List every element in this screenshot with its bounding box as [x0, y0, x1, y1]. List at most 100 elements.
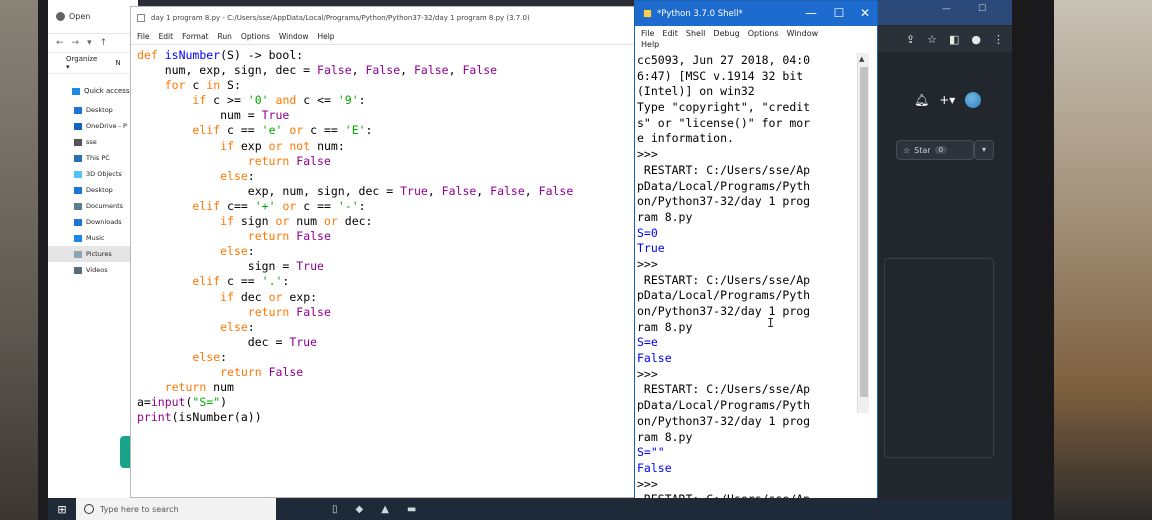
- star-button[interactable]: ☆ Star 0: [896, 140, 974, 160]
- code-area[interactable]: def isNumber(S) -> bool: num, exp, sign,…: [131, 45, 637, 425]
- code-line: elif c == 'e' or c == 'E':: [192, 123, 373, 138]
- github-panel: [884, 258, 994, 458]
- plus-icon[interactable]: +▾: [939, 93, 955, 107]
- taskbar-icons: ▯ ◆ ▲ ▬: [276, 504, 416, 515]
- tree-item[interactable]: Documents: [48, 198, 138, 214]
- task-view-icon[interactable]: ▯: [332, 504, 338, 515]
- browser-minimize-icon[interactable]: —: [942, 4, 951, 14]
- code-line: elif c== '+' or c == '-':: [192, 198, 366, 213]
- editor-menu-item[interactable]: Options: [241, 32, 270, 41]
- editor-menu-item[interactable]: Format: [182, 32, 208, 41]
- up-arrow-icon[interactable]: ↑: [100, 38, 108, 48]
- avatar[interactable]: [965, 92, 982, 108]
- shell-line: on/Python37-32/day 1 prog: [637, 194, 811, 209]
- explorer-nav-bar: ← → ▾ ↑: [48, 34, 138, 52]
- store-icon[interactable]: ▲: [381, 504, 389, 515]
- code-line: if sign or num or dec:: [220, 214, 373, 229]
- tree-item[interactable]: This PC: [48, 150, 138, 166]
- picture-icon: [74, 250, 82, 258]
- editor-menu-item[interactable]: File: [137, 32, 150, 41]
- shell-menu-help[interactable]: Help: [635, 40, 877, 53]
- tree-item[interactable]: Videos: [48, 262, 138, 278]
- shell-line: Type "copyright", "credit: [637, 100, 811, 115]
- tree-item[interactable]: Music: [48, 230, 138, 246]
- forward-arrow-icon[interactable]: →: [72, 38, 80, 48]
- scrollbar-thumb[interactable]: [860, 67, 868, 397]
- code-line: if dec or exp:: [220, 289, 318, 304]
- tree-item[interactable]: OneDrive - P: [48, 118, 138, 134]
- organize-button[interactable]: Organize ▾: [66, 55, 97, 71]
- monitor-bezel-right: [1010, 0, 1054, 520]
- chevron-down-icon[interactable]: ▾: [87, 38, 92, 48]
- bookmark-star-icon[interactable]: ☆: [927, 33, 937, 46]
- shell-line: pData/Local/Programs/Pyth: [637, 178, 811, 193]
- shell-menu-item[interactable]: Debug: [713, 29, 739, 38]
- tree-item-label: Music: [86, 234, 105, 242]
- more-menu-icon[interactable]: ⋮: [993, 33, 1004, 46]
- shell-menu-item[interactable]: Shell: [686, 29, 706, 38]
- mail-icon[interactable]: ▬: [407, 504, 416, 515]
- editor-menu-item[interactable]: Run: [218, 32, 232, 41]
- shell-line: False: [637, 351, 672, 366]
- tree-item[interactable]: 3D Objects: [48, 166, 138, 182]
- taskbar: ⊞ Type here to search ▯ ◆ ▲ ▬: [48, 498, 1012, 520]
- code-line: elif c == '.':: [192, 274, 290, 289]
- code-line: return False: [247, 229, 331, 244]
- tree-item[interactable]: Pictures: [48, 246, 138, 262]
- editor-menu-item[interactable]: Window: [279, 32, 309, 41]
- code-line: return num: [164, 380, 234, 395]
- edge-icon[interactable]: ◆: [356, 504, 364, 515]
- search-placeholder: Type here to search: [100, 504, 179, 514]
- new-folder-button[interactable]: N: [115, 59, 120, 67]
- star-label: Star: [914, 145, 931, 155]
- shell-menu-item[interactable]: Options: [748, 29, 779, 38]
- shell-line: RESTART: C:/Users/sse/Ap: [637, 162, 811, 177]
- explorer-window: Open ← → ▾ ↑ Organize ▾ N Quick access De…: [48, 0, 138, 498]
- music-icon: [74, 234, 82, 242]
- video-icon: [74, 266, 82, 274]
- browser-toolbar: ⇪ ☆ ◧ ● ⋮: [878, 26, 1012, 52]
- minimize-button[interactable]: —: [801, 4, 821, 22]
- editor-menu-item[interactable]: Help: [317, 32, 334, 41]
- browser-restore-icon[interactable]: ☐: [978, 4, 986, 14]
- bell-icon[interactable]: 🔔︎: [914, 93, 929, 107]
- code-line: def isNumber(S) -> bool:: [137, 48, 304, 62]
- tree-item[interactable]: Quick access: [48, 80, 138, 102]
- shell-menu-item[interactable]: Window: [787, 29, 819, 38]
- code-line: num = True: [137, 108, 290, 123]
- maximize-button[interactable]: ☐: [829, 4, 849, 22]
- editor-menu-item[interactable]: Edit: [159, 32, 174, 41]
- code-line: exp, num, sign, dec = True, False, False…: [137, 183, 574, 198]
- tree-item[interactable]: Desktop: [48, 102, 138, 118]
- shell-line: >>>: [637, 147, 665, 162]
- tree-item[interactable]: Desktop: [48, 182, 138, 198]
- tree-item[interactable]: Downloads: [48, 214, 138, 230]
- scroll-up-icon[interactable]: ▲: [859, 55, 864, 63]
- code-line: print(isNumber(a)): [137, 410, 262, 425]
- share-icon[interactable]: ⇪: [906, 33, 915, 46]
- tree-item-label: Pictures: [86, 250, 112, 258]
- shell-line: pData/Local/Programs/Pyth: [637, 288, 811, 303]
- cloud-icon: [74, 122, 82, 130]
- taskbar-search-box[interactable]: Type here to search: [76, 498, 276, 520]
- shell-menu-item[interactable]: Edit: [662, 29, 678, 38]
- shell-output[interactable]: cc5093, Jun 27 2018, 04:0 6:47) [MSC v.19…: [635, 53, 877, 520]
- editor-menu-bar: File Edit Format Run Options Window Help: [131, 29, 637, 45]
- desktop-icon: [74, 106, 82, 114]
- star-dropdown-button[interactable]: ▾: [974, 140, 994, 160]
- shell-scrollbar[interactable]: ▲: [857, 53, 869, 413]
- profile-icon[interactable]: ●: [971, 33, 981, 46]
- explorer-tab-title[interactable]: Open: [69, 12, 90, 21]
- sidebar-icon[interactable]: ◧: [949, 33, 959, 46]
- navigation-tree: Quick access Desktop OneDrive - P sse This P…: [48, 74, 138, 278]
- tree-item[interactable]: sse: [48, 134, 138, 150]
- explorer-title-bar: Open: [48, 0, 138, 34]
- close-button[interactable]: ✕: [855, 4, 875, 22]
- windows-start-icon[interactable]: ⊞: [48, 498, 76, 520]
- shell-menu-item[interactable]: File: [641, 29, 654, 38]
- shell-line: True: [637, 241, 665, 256]
- browser-tab-bar: — ☐: [878, 0, 1012, 25]
- cube-icon: [74, 170, 82, 178]
- back-arrow-icon[interactable]: ←: [56, 38, 64, 48]
- code-line: return False: [220, 364, 304, 379]
